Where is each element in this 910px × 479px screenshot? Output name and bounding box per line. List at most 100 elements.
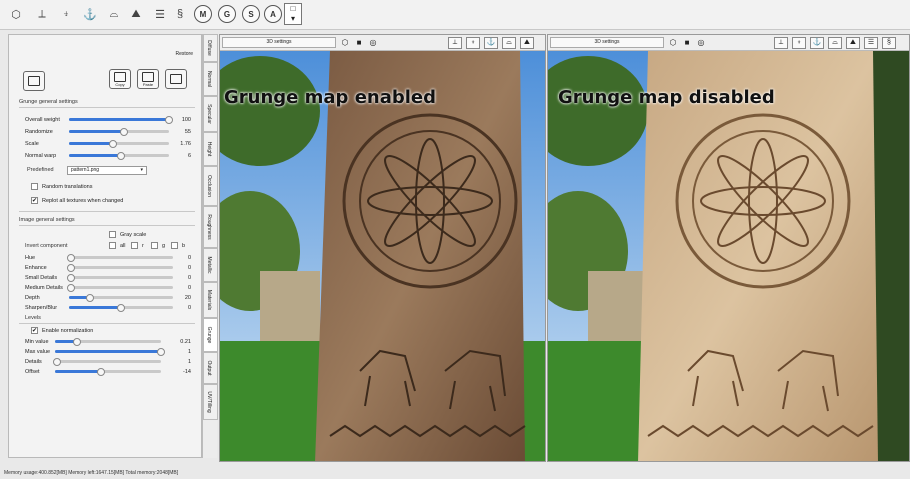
3d-settings-button[interactable]: 3D settings bbox=[550, 37, 664, 48]
anchor-up-button[interactable]: ⍖ bbox=[466, 37, 480, 49]
slider-label: Normal warp bbox=[25, 152, 57, 159]
divider bbox=[19, 323, 195, 324]
plane-view-button[interactable]: ⟂ bbox=[448, 37, 462, 49]
tab-label: Materials bbox=[206, 289, 212, 311]
slider-value: 20 bbox=[184, 294, 191, 301]
slider-value: 1 bbox=[187, 358, 191, 365]
min-value-slider[interactable] bbox=[55, 337, 161, 346]
scale-slider[interactable] bbox=[69, 139, 169, 148]
invert-b-checkbox[interactable]: b bbox=[171, 242, 185, 249]
anchor-down-icon[interactable]: ⚓ bbox=[80, 4, 100, 24]
slider-value: 0 bbox=[187, 264, 191, 271]
randomize-slider[interactable] bbox=[69, 127, 169, 136]
checkmark-icon: ✔ bbox=[31, 197, 38, 204]
predefined-select[interactable]: pattern1.png ▾ bbox=[67, 166, 147, 175]
tab-uv-tilling[interactable]: UV/Tilling bbox=[203, 384, 218, 420]
slider-row-max-value: Max value 1 bbox=[25, 347, 191, 356]
tab-height[interactable]: Height bbox=[203, 132, 218, 166]
invert-r-checkbox[interactable]: r bbox=[131, 242, 144, 249]
coil-icon[interactable]: § bbox=[170, 4, 190, 24]
tab-label: Grunge bbox=[206, 326, 212, 344]
bump-button[interactable]: ⌓ bbox=[502, 37, 516, 49]
3d-settings-button[interactable]: 3D settings bbox=[222, 37, 336, 48]
overall-weight-slider[interactable] bbox=[69, 115, 173, 124]
terrain-icon[interactable]: ⛰ bbox=[126, 4, 146, 24]
enable-normalization-checkbox[interactable]: ✔ Enable normalization bbox=[31, 327, 93, 334]
camera-icon[interactable]: ■ bbox=[682, 38, 692, 48]
stone-render-image bbox=[548, 51, 909, 461]
export-button[interactable] bbox=[165, 69, 187, 89]
rendered-stone-scene[interactable]: Grunge map disabled bbox=[548, 51, 909, 461]
random-translations-checkbox[interactable]: Random translations bbox=[31, 183, 92, 190]
hue-slider[interactable] bbox=[67, 253, 173, 262]
checkbox-icon bbox=[151, 242, 158, 249]
small-details-slider[interactable] bbox=[67, 273, 173, 282]
tab-grunge[interactable]: Grunge bbox=[203, 318, 218, 352]
memory-status: Memory usage:400.852[MB] Memory left:164… bbox=[4, 470, 179, 476]
tab-label: Specular bbox=[206, 104, 212, 124]
restore-button[interactable]: Restore bbox=[175, 51, 193, 57]
terrain-button[interactable]: ⛰ bbox=[520, 37, 534, 49]
save-button[interactable] bbox=[23, 71, 45, 91]
paste-button[interactable]: Paste bbox=[137, 69, 159, 89]
plane-axes-icon[interactable]: ⟂ bbox=[32, 4, 52, 24]
offset-slider[interactable] bbox=[55, 367, 161, 376]
replot-checkbox[interactable]: ✔ Replot all textures when changed bbox=[31, 197, 123, 204]
tab-diffuse[interactable]: Diffuse bbox=[203, 34, 218, 62]
max-value-slider[interactable] bbox=[55, 347, 165, 356]
medium-details-slider[interactable] bbox=[67, 283, 173, 292]
anchor-down-button[interactable]: ⚓ bbox=[484, 37, 498, 49]
settings-panel: Restore Copy Paste Grunge general settin… bbox=[8, 34, 202, 458]
enhance-slider[interactable] bbox=[67, 263, 173, 272]
tab-metallic[interactable]: Metallic bbox=[203, 248, 218, 282]
coil-button[interactable]: § bbox=[882, 37, 896, 49]
bump-icon[interactable]: ⌓ bbox=[104, 4, 124, 24]
tab-materials[interactable]: Materials bbox=[203, 282, 218, 318]
tab-normal[interactable]: Normal bbox=[203, 62, 218, 96]
slider-value: -14 bbox=[183, 368, 191, 375]
slider-label: Max value bbox=[25, 348, 51, 355]
ring-icon[interactable]: ◎ bbox=[368, 38, 378, 48]
cube-icon[interactable]: ⬡ bbox=[668, 38, 678, 48]
tab-occlusion[interactable]: Occlusion bbox=[203, 166, 218, 206]
circle-button-s[interactable]: S bbox=[242, 5, 260, 23]
normal-warp-slider[interactable] bbox=[69, 151, 169, 160]
checkmark-icon: ✔ bbox=[31, 327, 38, 334]
slider-value: 6 bbox=[187, 152, 191, 159]
slider-label: Sharpen/Blur bbox=[25, 304, 58, 311]
circle-button-m[interactable]: M bbox=[194, 5, 212, 23]
sharpen-blur-slider[interactable] bbox=[69, 303, 173, 312]
bump-button[interactable]: ⌓ bbox=[828, 37, 842, 49]
invert-g-checkbox[interactable]: g bbox=[151, 242, 165, 249]
anchor-up-button[interactable]: ⍖ bbox=[792, 37, 806, 49]
cube-icon[interactable]: ⬡ bbox=[6, 4, 26, 24]
anchor-down-button[interactable]: ⚓ bbox=[810, 37, 824, 49]
predefined-value: pattern1.png bbox=[71, 167, 100, 173]
camera-icon[interactable]: ■ bbox=[354, 38, 364, 48]
slider-value: 0.21 bbox=[180, 338, 191, 345]
caption-grunge-disabled: Grunge map disabled bbox=[558, 87, 775, 108]
grayscale-checkbox[interactable]: Gray scale bbox=[109, 231, 146, 238]
cube-icon[interactable]: ⬡ bbox=[340, 38, 350, 48]
invert-all-checkbox[interactable]: all bbox=[109, 242, 126, 249]
tab-specular[interactable]: Specular bbox=[203, 96, 218, 132]
tab-output[interactable]: Output bbox=[203, 352, 218, 384]
copy-button[interactable]: Copy bbox=[109, 69, 131, 89]
stripes-icon[interactable]: ☰ bbox=[150, 4, 170, 24]
terrain-button[interactable]: ⛰ bbox=[846, 37, 860, 49]
plane-view-button[interactable]: ⟂ bbox=[774, 37, 788, 49]
dropdown-menu-icon[interactable]: □ ▾ bbox=[284, 3, 302, 25]
divider bbox=[19, 211, 195, 212]
tab-label: Diffuse bbox=[206, 40, 212, 56]
circle-button-g[interactable]: G bbox=[218, 5, 236, 23]
slider-row-hue: Hue 0 bbox=[25, 253, 191, 262]
tab-roughness[interactable]: Roughness bbox=[203, 206, 218, 248]
anchor-up-icon[interactable]: ⍖ bbox=[56, 4, 76, 24]
stripes-button[interactable]: ☰ bbox=[864, 37, 878, 49]
circle-button-a[interactable]: A bbox=[264, 5, 282, 23]
depth-slider[interactable] bbox=[69, 293, 173, 302]
details-slider[interactable] bbox=[53, 357, 161, 366]
ring-icon[interactable]: ◎ bbox=[696, 38, 706, 48]
rendered-stone-scene[interactable]: Grunge map enabled bbox=[220, 51, 545, 461]
copy-label: Copy bbox=[115, 81, 125, 87]
